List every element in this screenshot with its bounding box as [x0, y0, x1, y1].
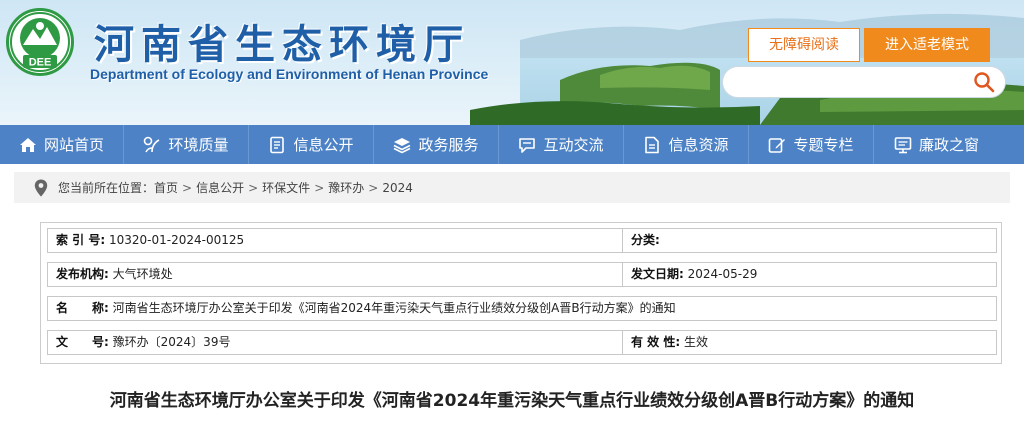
- nav-item-special-topics[interactable]: 专题专栏: [749, 125, 874, 164]
- validity-label: 有 效 性:: [631, 335, 681, 349]
- breadcrumb-separator: >: [368, 180, 379, 195]
- breadcrumb-prefix: 您当前所在位置：: [58, 181, 155, 195]
- breadcrumb: 您当前所在位置： 首页 > 信息公开 > 环保文件 > 豫环办 > 2024: [14, 172, 1010, 203]
- info-row-name: 名 称: 河南省生态环境厅办公室关于印发《河南省2024年重污染天气重点行业绩效…: [47, 296, 997, 321]
- search-icon[interactable]: [972, 70, 996, 94]
- document-icon: [270, 136, 285, 153]
- location-pin-icon: [34, 179, 48, 196]
- info-row-issuer: 发布机构: 大气环境处 发文日期: 2024-05-29: [47, 262, 997, 287]
- category-label: 分类:: [631, 233, 660, 247]
- nav-item-label: 信息公开: [293, 136, 354, 154]
- main-nav: 网站首页 环境质量 信息公开 政务服务 互动交流 信息资源 专题专栏 廉政之窗: [0, 125, 1024, 164]
- breadcrumb-separator: >: [182, 180, 193, 195]
- nav-item-label: 政务服务: [418, 136, 479, 154]
- site-header: DEE 河南省生态环境厅 Department of Ecology and E…: [0, 0, 1024, 125]
- environment-icon: [144, 136, 160, 152]
- nav-item-environment-quality[interactable]: 环境质量: [124, 125, 249, 164]
- nav-item-info-disclosure[interactable]: 信息公开: [249, 125, 374, 164]
- chat-icon: [519, 137, 536, 153]
- layers-icon: [394, 137, 411, 153]
- name-label: 名 称:: [56, 301, 109, 315]
- index-value: 10320-01-2024-00125: [108, 233, 245, 247]
- nav-item-label: 廉政之窗: [918, 136, 979, 154]
- validity-value: 生效: [683, 335, 708, 349]
- article-title: 河南省生态环境厅办公室关于印发《河南省2024年重污染天气重点行业绩效分级创A晋…: [109, 391, 915, 411]
- nav-item-integrity-window[interactable]: 廉政之窗: [874, 125, 999, 164]
- breadcrumb-link-yuhuanban[interactable]: 豫环办: [328, 179, 364, 196]
- nav-item-info-resources[interactable]: 信息资源: [624, 125, 749, 164]
- nav-item-label: 信息资源: [668, 136, 729, 154]
- docno-value: 豫环办〔2024〕39号: [112, 335, 231, 349]
- nav-item-label: 环境质量: [168, 136, 229, 154]
- docno-label: 文 号:: [56, 335, 109, 349]
- nav-item-label: 互动交流: [543, 136, 604, 154]
- edit-icon: [769, 137, 786, 153]
- breadcrumb-separator: >: [248, 180, 259, 195]
- home-icon: [19, 137, 36, 152]
- nav-item-government-services[interactable]: 政务服务: [374, 125, 499, 164]
- date-value: 2024-05-29: [687, 267, 758, 281]
- dee-logo: DEE: [6, 8, 74, 76]
- file-icon: [645, 136, 660, 153]
- accessibility-reading-button[interactable]: 无障碍阅读: [748, 28, 860, 62]
- site-title-en: Department of Ecology and Environment of…: [90, 66, 489, 82]
- nav-item-label: 专题专栏: [793, 136, 854, 154]
- breadcrumb-link-year[interactable]: 2024: [382, 181, 413, 195]
- document-info-table: 索 引 号: 10320-01-2024-00125 分类: 发布机构: 大气环…: [40, 222, 1002, 364]
- date-label: 发文日期:: [631, 267, 684, 281]
- issuer-value: 大气环境处: [112, 267, 173, 281]
- site-title-cn: 河南省生态环境厅: [94, 22, 470, 68]
- nav-item-label: 网站首页: [43, 136, 104, 154]
- info-row-docno: 文 号: 豫环办〔2024〕39号 有 效 性: 生效: [47, 330, 997, 355]
- search-box: [722, 66, 1006, 98]
- elder-mode-button[interactable]: 进入适老模式: [864, 28, 990, 62]
- logo-emblem-icon: DEE: [10, 12, 70, 72]
- name-value: 河南省生态环境厅办公室关于印发《河南省2024年重污染天气重点行业绩效分级创A晋…: [112, 301, 676, 315]
- breadcrumb-link-env-documents[interactable]: 环保文件: [262, 179, 310, 196]
- search-input[interactable]: [737, 72, 967, 94]
- breadcrumb-link-info-disclosure[interactable]: 信息公开: [196, 179, 244, 196]
- monitor-icon: [894, 136, 912, 153]
- logo-text: DEE: [29, 57, 52, 69]
- nav-item-home[interactable]: 网站首页: [0, 125, 124, 164]
- index-label: 索 引 号:: [56, 233, 106, 247]
- breadcrumb-link-home[interactable]: 首页: [154, 179, 178, 196]
- issuer-label: 发布机构:: [56, 267, 109, 281]
- breadcrumb-separator: >: [314, 180, 325, 195]
- info-row-index: 索 引 号: 10320-01-2024-00125 分类:: [47, 228, 997, 253]
- nav-item-interaction[interactable]: 互动交流: [499, 125, 624, 164]
